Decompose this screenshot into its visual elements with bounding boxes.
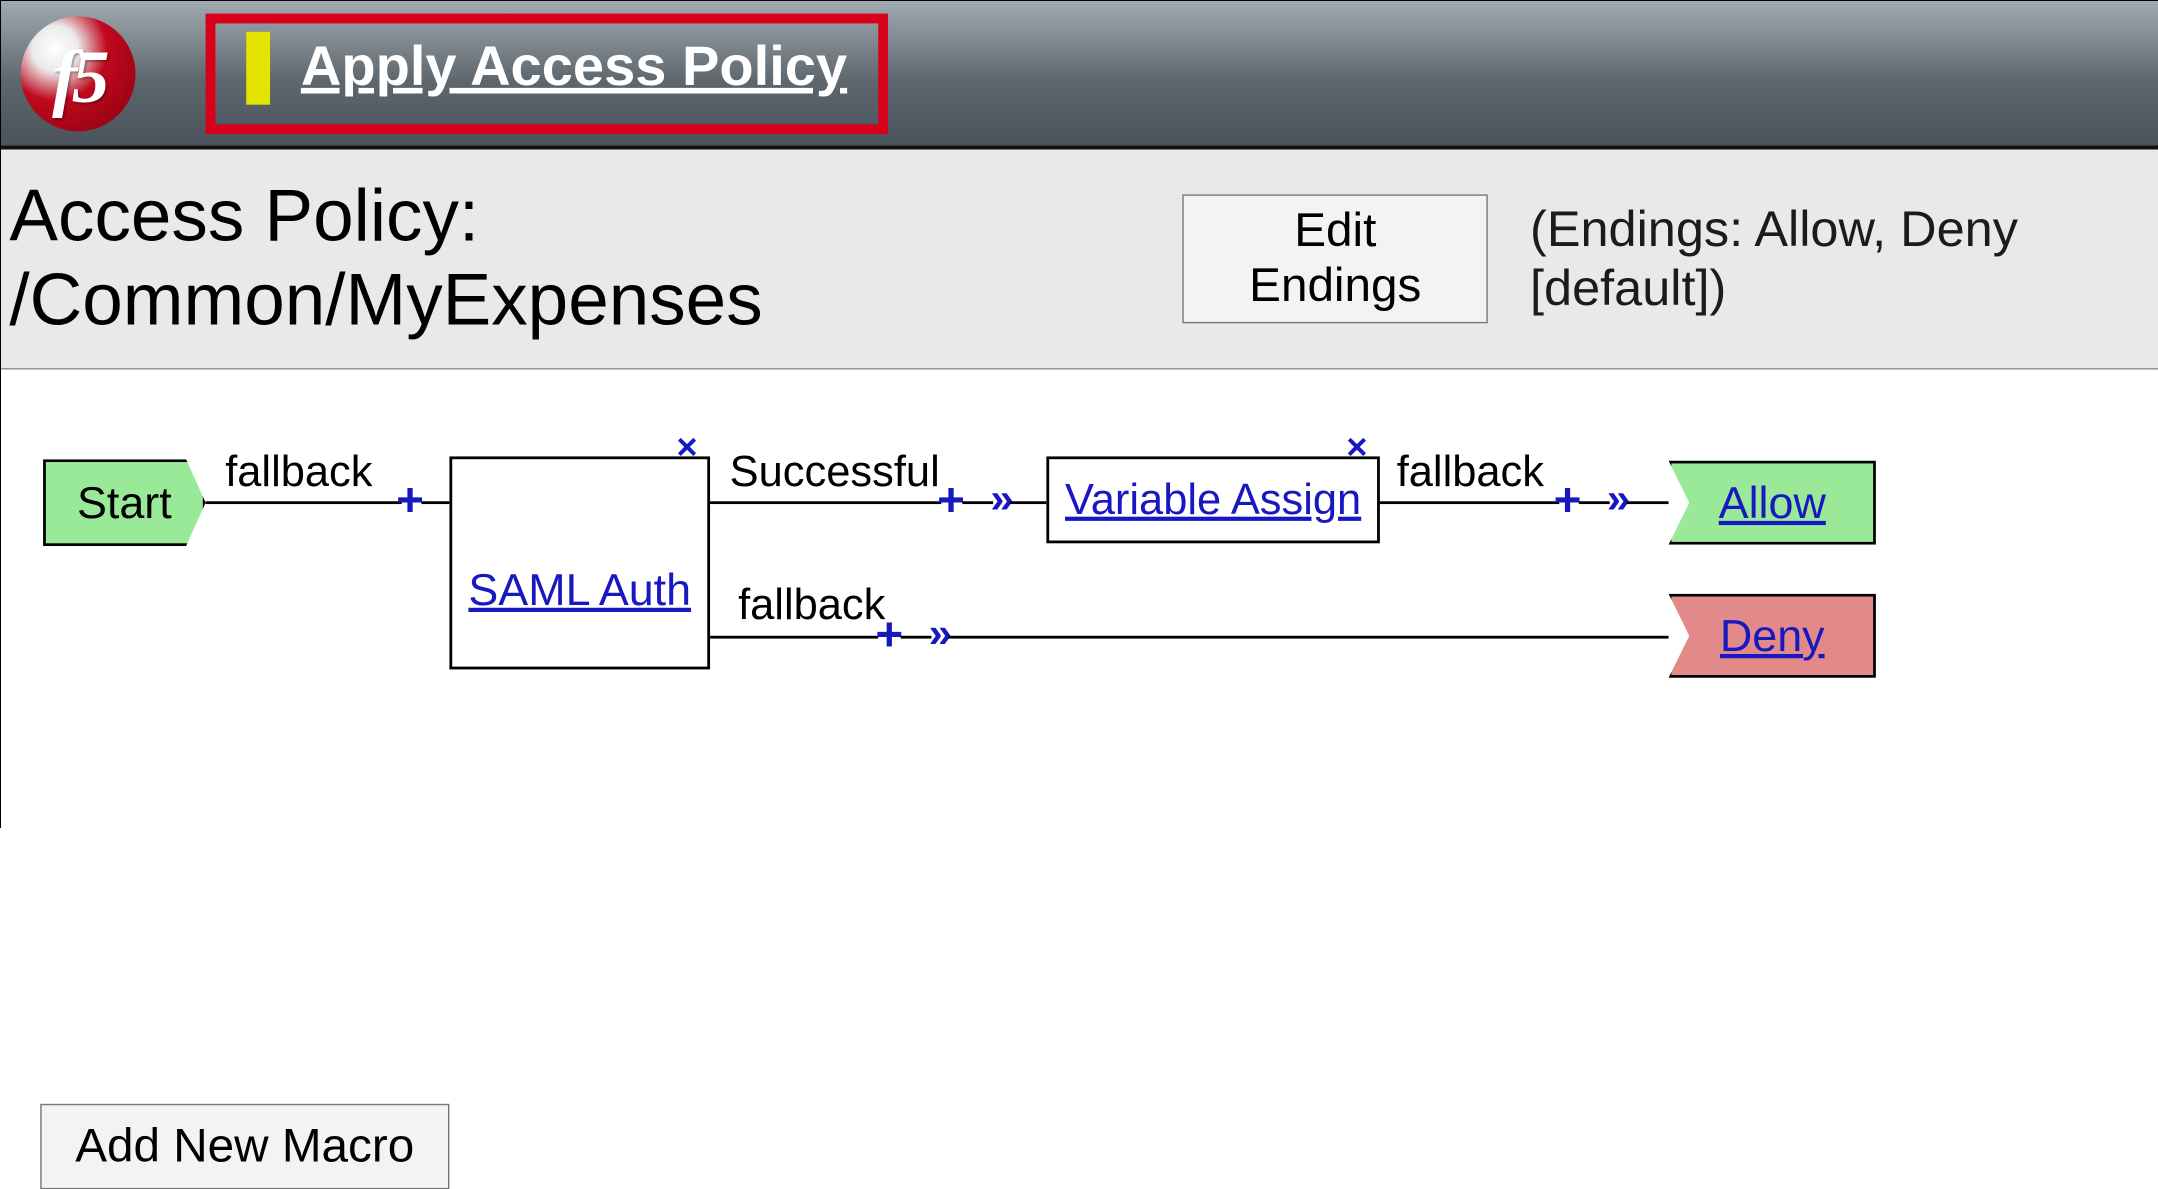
header-bar: f5 Apply Access Policy: [1, 1, 2158, 150]
deny-ending-link[interactable]: Deny: [1720, 610, 1825, 662]
arrow-icon: »: [990, 476, 999, 524]
page-title: Access Policy: /Common/MyExpenses: [9, 175, 1129, 343]
edge-line: [1579, 501, 1610, 504]
edge-line: [710, 636, 878, 639]
edge-line: [1010, 501, 1046, 504]
delete-node-icon[interactable]: ×: [676, 426, 697, 469]
arrow-icon: »: [929, 611, 938, 659]
apply-access-policy-highlight: Apply Access Policy: [206, 13, 888, 134]
edge-line: [421, 501, 449, 504]
variable-assign-node[interactable]: Variable Assign: [1046, 456, 1380, 543]
add-node-plus-icon[interactable]: +: [1554, 473, 1582, 528]
edge-label-saml-successful: Successful: [730, 447, 940, 497]
saml-auth-link[interactable]: SAML Auth: [468, 564, 691, 616]
f5-logo-text: f5: [52, 33, 104, 120]
edge-label-start-fallback: fallback: [225, 447, 372, 497]
edge-line: [1380, 501, 1559, 504]
edge-line: [901, 636, 932, 639]
edge-line: [1627, 501, 1669, 504]
edge-label-saml-fallback: fallback: [738, 580, 885, 630]
edge-line: [710, 501, 941, 504]
edge-line: [962, 501, 993, 504]
arrow-icon: »: [1607, 476, 1616, 524]
saml-auth-node[interactable]: SAML Auth: [449, 456, 710, 669]
f5-logo: f5: [21, 16, 136, 131]
edge-label-var-fallback: fallback: [1397, 447, 1544, 497]
delete-node-icon[interactable]: ×: [1346, 426, 1367, 469]
allow-ending-link[interactable]: Allow: [1719, 477, 1826, 529]
variable-assign-link[interactable]: Variable Assign: [1065, 475, 1361, 525]
start-node-label: Start: [77, 477, 172, 529]
add-node-plus-icon[interactable]: +: [396, 473, 424, 528]
start-node[interactable]: Start: [43, 459, 206, 546]
endings-info-text: (Endings: Allow, Deny [default]): [1530, 200, 2158, 318]
add-new-macro-button[interactable]: Add New Macro: [40, 1104, 449, 1189]
apply-access-policy-link[interactable]: Apply Access Policy: [301, 36, 847, 99]
add-node-plus-icon[interactable]: +: [937, 473, 965, 528]
policy-flow-canvas: Start fallback + SAML Auth × Successful …: [1, 370, 2158, 1155]
highlight-bar-icon: [246, 31, 270, 104]
edit-endings-button[interactable]: Edit Endings: [1183, 194, 1488, 323]
deny-ending-node[interactable]: Deny: [1669, 594, 1876, 678]
edge-line: [948, 636, 1668, 639]
title-bar: Access Policy: /Common/MyExpenses Edit E…: [1, 150, 2158, 370]
allow-ending-node[interactable]: Allow: [1669, 461, 1876, 545]
edge-line: [206, 501, 402, 504]
add-node-plus-icon[interactable]: +: [875, 608, 903, 663]
